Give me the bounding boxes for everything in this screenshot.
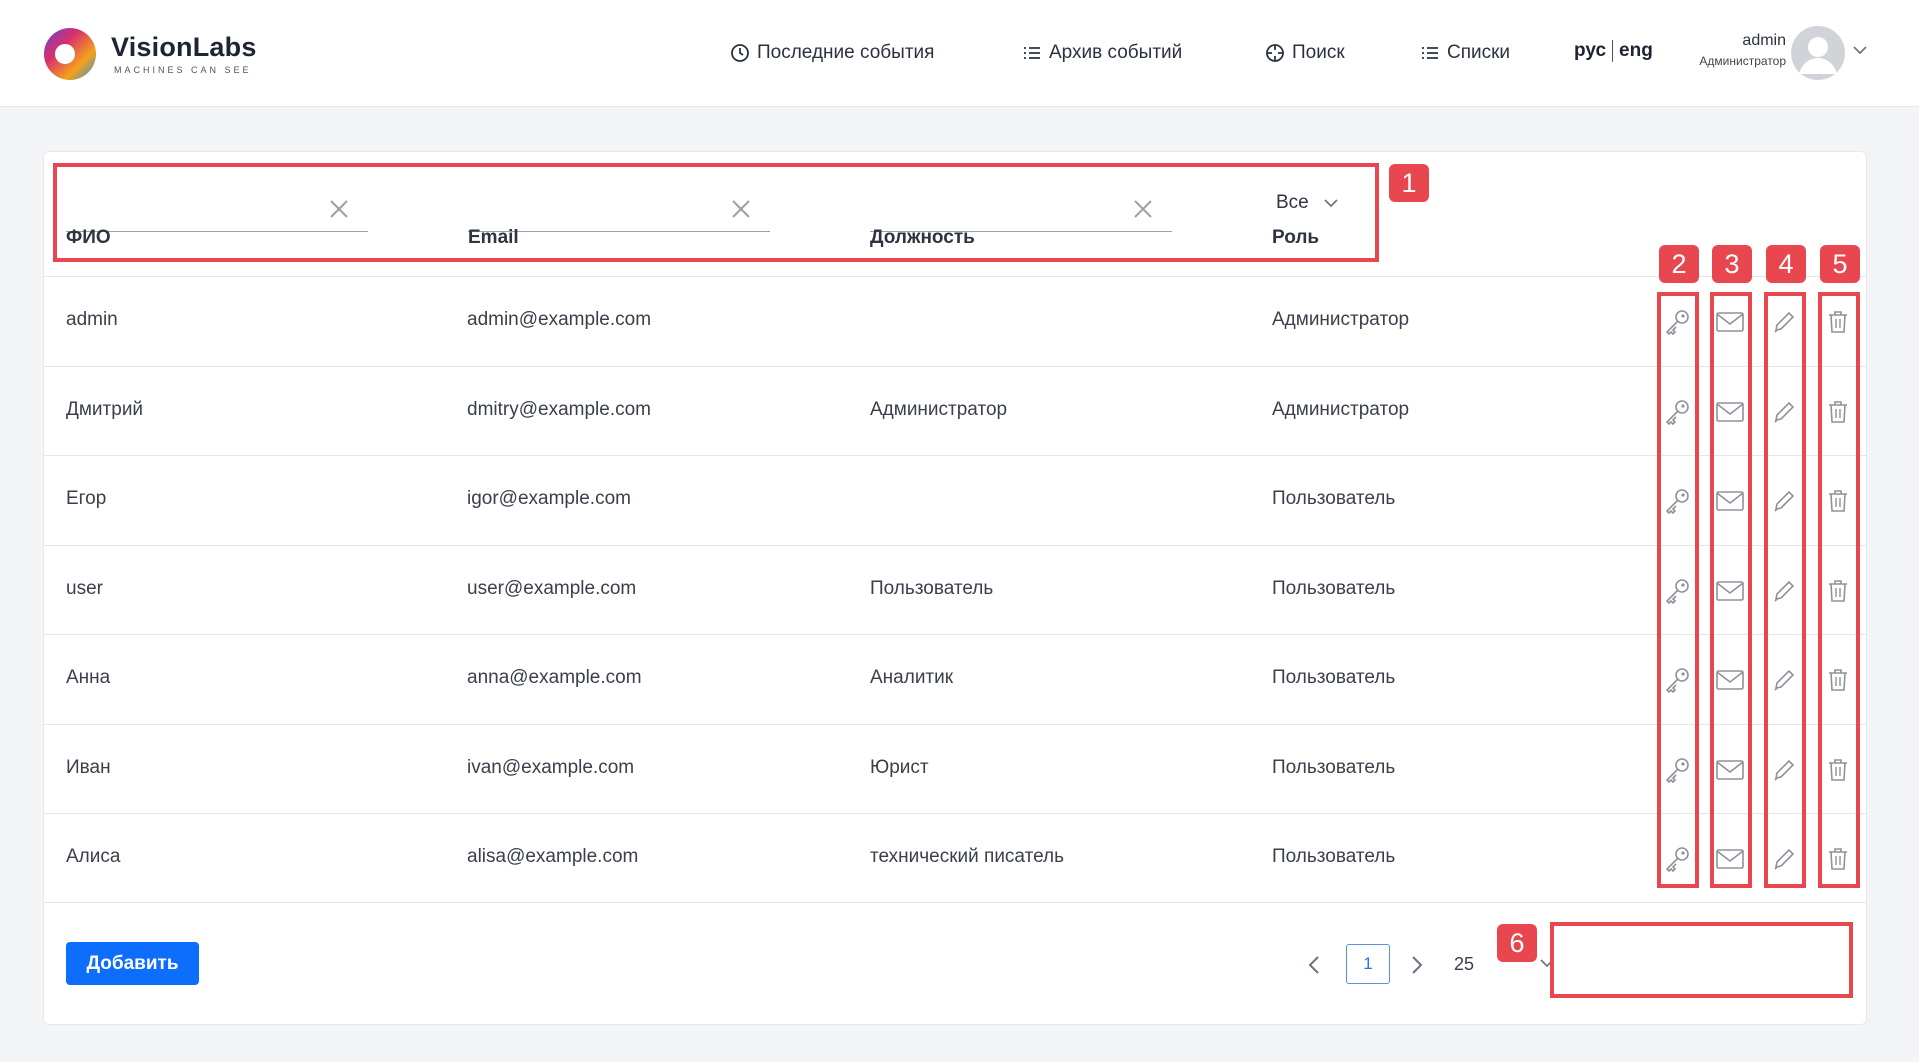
- annotation-badge: 3: [1712, 245, 1752, 283]
- list-icon: [1422, 47, 1438, 59]
- table-row: admin admin@example.com Администратор: [44, 276, 1866, 366]
- user-name: admin: [1742, 32, 1786, 49]
- nav-search-label: Поиск: [1292, 42, 1345, 63]
- clock-icon: [731, 44, 749, 62]
- annotation-box-edit-column: [1764, 292, 1806, 888]
- annotation-badge: 1: [1389, 164, 1429, 202]
- user-email-cell: ivan@example.com: [467, 756, 635, 778]
- users-table: admin admin@example.com Администратор Дмитр…: [44, 276, 1866, 903]
- current-page-button[interactable]: 1: [1346, 944, 1390, 984]
- brand-name: VisionLabs: [111, 32, 257, 62]
- avatar[interactable]: [1791, 26, 1845, 80]
- table-row: Анна anna@example.com Аналитик Пользователь: [44, 634, 1866, 724]
- language-switcher: рус eng: [1574, 40, 1653, 62]
- user-position-cell: Юрист: [870, 756, 929, 778]
- user-role-cell: Администратор: [1272, 398, 1410, 420]
- user-role-cell: Пользователь: [1272, 488, 1396, 509]
- lang-ru[interactable]: рус: [1574, 40, 1606, 62]
- user-name-cell: admin: [66, 309, 118, 330]
- user-email-cell: igor@example.com: [467, 488, 631, 509]
- user-name-cell: Егор: [66, 488, 107, 509]
- chevron-right-icon[interactable]: [1409, 954, 1425, 976]
- table-row: Дмитрий dmitry@example.com Администратор Ад…: [44, 365, 1866, 456]
- top-bar: VisionLabs MACHINES CAN SEE Последние со…: [0, 0, 1919, 107]
- user-position-cell: Пользователь: [870, 577, 994, 599]
- visionlabs-logo[interactable]: [42, 26, 98, 82]
- user-role-cell: Пользователь: [1272, 846, 1396, 867]
- user-email-cell: admin@example.com: [467, 309, 652, 330]
- annotation-badge: 4: [1766, 245, 1806, 283]
- user-role-cell: Администратор: [1272, 309, 1410, 330]
- chevron-left-icon[interactable]: [1306, 954, 1322, 976]
- user-name-cell: user: [66, 577, 103, 599]
- annotation-badge: 5: [1820, 245, 1860, 283]
- user-name-cell: Анна: [66, 667, 111, 688]
- user-role-cell: Пользователь: [1272, 756, 1396, 778]
- nav-latest-events-label: Последние события: [757, 42, 935, 63]
- user-position-cell: Аналитик: [870, 667, 954, 688]
- user-silhouette-icon: [1799, 37, 1837, 74]
- annotation-box-filters: [53, 163, 1379, 262]
- nav-events-archive-label: Архив событий: [1049, 42, 1183, 63]
- user-info[interactable]: admin Администратор: [1688, 32, 1786, 68]
- user-role-cell: Пользователь: [1272, 577, 1396, 599]
- page-size-select[interactable]: 25: [1454, 954, 1474, 975]
- lang-en[interactable]: eng: [1619, 40, 1653, 62]
- user-name-cell: Иван: [66, 756, 111, 778]
- user-position-cell: технический писатель: [870, 846, 1064, 867]
- user-role: Администратор: [1699, 54, 1786, 68]
- nav-lists-label: Списки: [1447, 42, 1511, 63]
- annotation-badge: 2: [1659, 245, 1699, 283]
- table-row: user user@example.com Пользователь Пользова…: [44, 544, 1866, 635]
- annotation-box-pagination: [1550, 922, 1853, 998]
- user-role-cell: Пользователь: [1272, 667, 1396, 688]
- user-email-cell: anna@example.com: [467, 667, 642, 688]
- annotation-box-key-column: [1657, 292, 1699, 888]
- user-email-cell: alisa@example.com: [467, 846, 639, 867]
- table-row: Алиса alisa@example.com технический писате…: [44, 813, 1866, 903]
- user-name-cell: Дмитрий: [66, 398, 144, 420]
- brand-tagline: MACHINES CAN SEE: [114, 65, 252, 75]
- lang-divider: [1612, 40, 1614, 62]
- table-row: Иван ivan@example.com Юрист Пользователь: [44, 723, 1866, 814]
- nav-latest-events[interactable]: Последние события: [730, 40, 934, 66]
- nav-lists[interactable]: Списки: [1420, 40, 1510, 66]
- brand: VisionLabs MACHINES CAN SEE: [111, 32, 257, 75]
- user-position-cell: Администратор: [870, 398, 1008, 420]
- annotation-badge: 6: [1497, 924, 1537, 962]
- chevron-down-icon[interactable]: [1852, 44, 1868, 56]
- add-user-button[interactable]: Добавить: [66, 942, 199, 985]
- user-email-cell: dmitry@example.com: [467, 398, 651, 420]
- crosshair-icon: [1266, 44, 1284, 62]
- nav-events-archive[interactable]: Архив событий: [1022, 40, 1182, 66]
- annotation-box-mail-column: [1710, 292, 1752, 888]
- user-name-cell: Алиса: [66, 846, 121, 867]
- annotation-box-delete-column: [1818, 292, 1860, 888]
- nav-search[interactable]: Поиск: [1265, 40, 1345, 66]
- list-icon: [1024, 47, 1040, 59]
- table-row: Егор igor@example.com Пользователь: [44, 455, 1866, 545]
- users-card: Все ФИО Email Должность Роль admin admin@…: [43, 151, 1867, 1025]
- user-email-cell: user@example.com: [467, 577, 637, 599]
